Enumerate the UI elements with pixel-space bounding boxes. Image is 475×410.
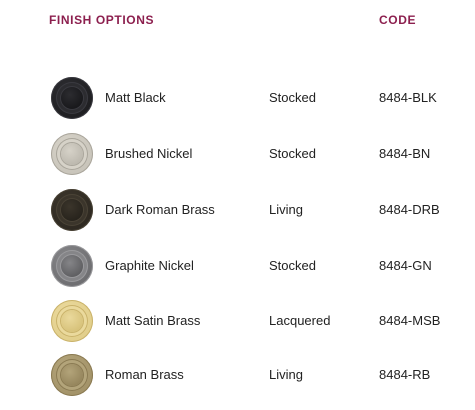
finish-name: Matt Satin Brass — [105, 313, 201, 328]
brushed-nickel-swatch — [51, 133, 93, 175]
finish-row: Matt Satin Brass Lacquered 8484-MSB — [0, 300, 475, 344]
finish-code: 8484-BN — [379, 146, 431, 161]
finish-code: 8484-GN — [379, 258, 432, 273]
finish-name: Matt Black — [105, 90, 166, 105]
finish-status: Living — [269, 202, 303, 217]
finish-status: Stocked — [269, 146, 316, 161]
finish-name: Graphite Nickel — [105, 258, 194, 273]
finish-status: Stocked — [269, 258, 316, 273]
finish-code: 8484-DRB — [379, 202, 440, 217]
finish-name: Brushed Nickel — [105, 146, 193, 161]
dark-roman-brass-swatch — [51, 189, 93, 231]
finish-row: Graphite Nickel Stocked 8484-GN — [0, 245, 475, 289]
matt-black-swatch — [51, 77, 93, 119]
finish-row: Roman Brass Living 8484-RB — [0, 354, 475, 398]
finish-status: Stocked — [269, 90, 316, 105]
code-heading: CODE — [379, 13, 417, 27]
matt-satin-brass-swatch — [51, 300, 93, 342]
finish-status: Lacquered — [269, 313, 331, 328]
finish-row: Dark Roman Brass Living 8484-DRB — [0, 189, 475, 233]
finish-status: Living — [269, 367, 303, 382]
finish-row: Brushed Nickel Stocked 8484-BN — [0, 133, 475, 177]
roman-brass-swatch — [51, 354, 93, 396]
finish-name: Roman Brass — [105, 367, 184, 382]
finish-row: Matt Black Stocked 8484-BLK — [0, 77, 475, 121]
finish-name: Dark Roman Brass — [105, 202, 215, 217]
finish-code: 8484-RB — [379, 367, 431, 382]
finish-code: 8484-BLK — [379, 90, 437, 105]
finish-code: 8484-MSB — [379, 313, 441, 328]
table-header: FINISH OPTIONS CODE — [0, 13, 475, 29]
graphite-nickel-swatch — [51, 245, 93, 287]
finish-options-heading: FINISH OPTIONS — [49, 13, 155, 27]
